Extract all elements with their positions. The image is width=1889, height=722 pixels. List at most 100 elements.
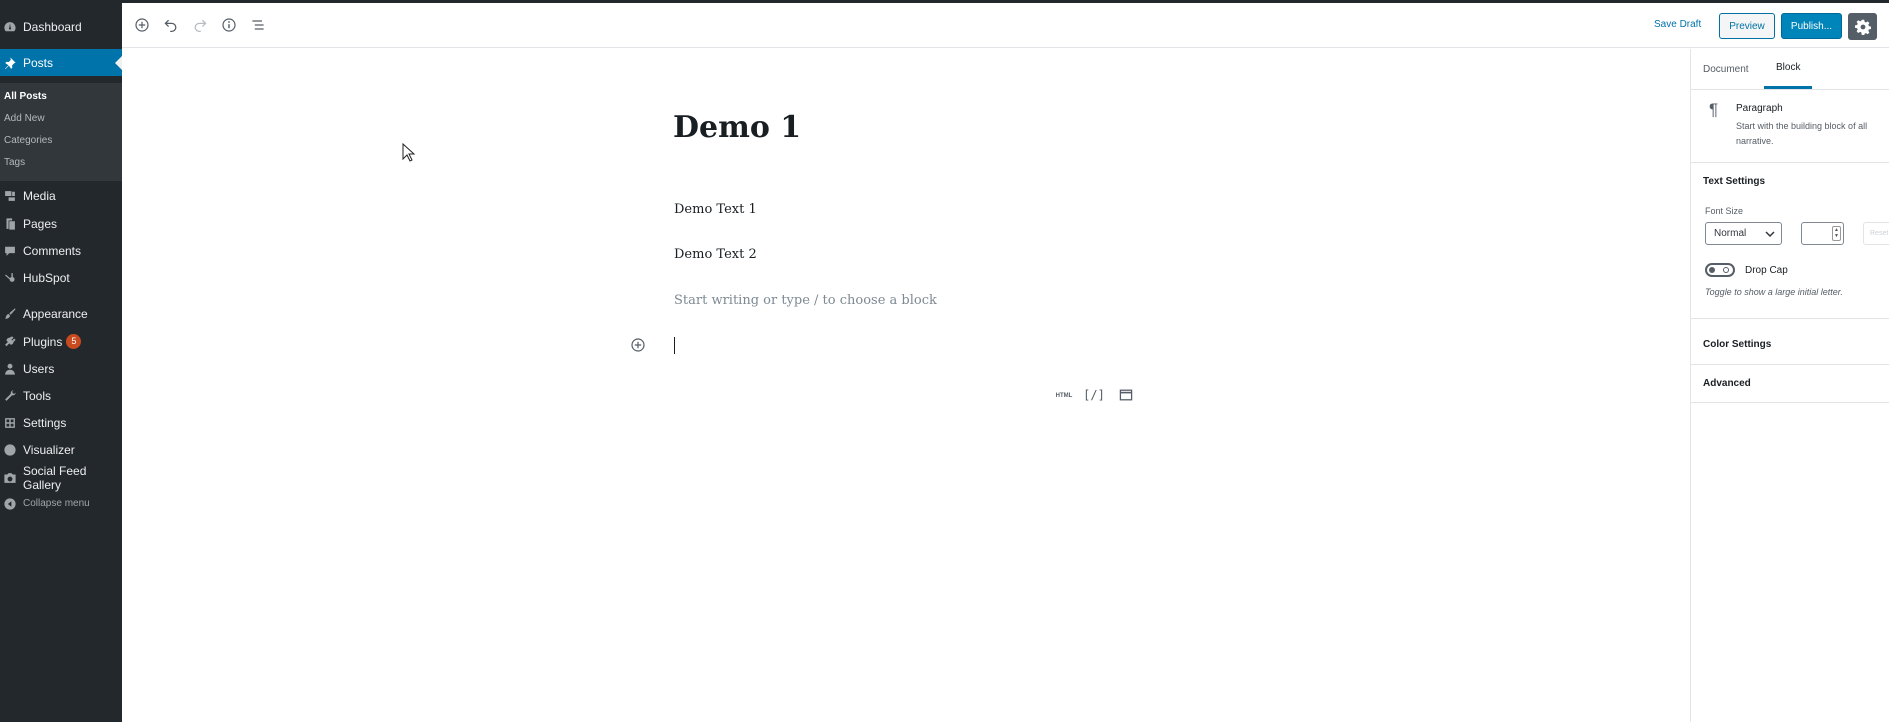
- submenu-add-new[interactable]: Add New: [4, 113, 45, 124]
- drop-cap-toggle[interactable]: [1705, 263, 1735, 277]
- menu-item-plugins[interactable]: Plugins 5: [0, 328, 122, 355]
- pin-icon: [3, 56, 17, 70]
- pages-icon: [3, 217, 17, 231]
- mouse-pointer-icon: [402, 143, 416, 162]
- menu-item-dashboard[interactable]: Dashboard: [0, 13, 122, 40]
- submenu-all-posts[interactable]: All Posts: [4, 91, 47, 102]
- wrench-icon: [3, 389, 17, 403]
- font-size-label: Font Size: [1705, 206, 1744, 216]
- default-block-appender[interactable]: Start writing or type / to choose a bloc…: [674, 293, 937, 308]
- add-block-button[interactable]: [132, 15, 152, 35]
- brush-icon: [3, 307, 17, 321]
- add-embed-block-button[interactable]: [1116, 385, 1136, 405]
- menu-item-visualizer[interactable]: Visualizer: [0, 436, 122, 463]
- editor-canvas[interactable]: Demo 1 Demo Text 1 Demo Text 2 Start wri…: [122, 49, 1772, 722]
- paragraph-block[interactable]: Demo Text 2: [674, 247, 757, 262]
- menu-label: Comments: [23, 243, 82, 258]
- paragraph-block[interactable]: Demo Text 1: [674, 202, 757, 217]
- menu-label: Visualizer: [23, 442, 75, 457]
- custom-font-size-input[interactable]: ▲ ▼: [1801, 222, 1844, 245]
- divider: [1691, 162, 1889, 163]
- settings-toggle-button[interactable]: [1848, 13, 1877, 40]
- menu-item-social-feed-gallery[interactable]: Social Feed Gallery: [0, 464, 122, 492]
- drop-cap-label: Drop Cap: [1745, 265, 1788, 276]
- add-html-block-button[interactable]: HTML: [1052, 389, 1076, 403]
- menu-label: Tools: [23, 388, 52, 403]
- menu-item-pages[interactable]: Pages: [0, 210, 122, 237]
- menu-label: Posts: [23, 55, 54, 70]
- menu-item-comments[interactable]: Comments: [0, 237, 122, 264]
- menu-label: Users: [23, 361, 55, 376]
- menu-item-posts[interactable]: Posts: [0, 49, 122, 76]
- save-draft-button[interactable]: Save Draft: [1654, 19, 1701, 30]
- visualizer-icon: [3, 443, 17, 457]
- info-icon: [222, 18, 236, 32]
- settings-sidebar: Document Block ¶ Paragraph Start with th…: [1690, 49, 1889, 722]
- advanced-panel-toggle[interactable]: Advanced: [1703, 378, 1751, 389]
- menu-label: Media: [23, 188, 56, 203]
- toggle-off-indicator: [1723, 267, 1729, 273]
- font-size-select[interactable]: Normal: [1705, 222, 1782, 245]
- undo-icon: [164, 19, 177, 33]
- block-description: Start with the building block of all nar…: [1736, 121, 1868, 146]
- block-navigation-button[interactable]: [248, 15, 268, 35]
- add-shortcode-block-button[interactable]: [/]: [1083, 385, 1105, 405]
- divider: [1691, 318, 1889, 319]
- post-title[interactable]: Demo 1: [673, 110, 801, 145]
- window-icon: [1119, 389, 1133, 401]
- submenu-categories[interactable]: Categories: [4, 135, 52, 146]
- preview-button[interactable]: Preview: [1719, 13, 1775, 39]
- plus-circle-icon: [135, 18, 149, 32]
- number-spinner-icon[interactable]: ▲ ▼: [1832, 226, 1841, 241]
- menu-item-hubspot[interactable]: HubSpot: [0, 264, 122, 291]
- text-caret: [674, 337, 675, 354]
- menu-label: Settings: [23, 415, 67, 430]
- block-title: Paragraph: [1736, 103, 1783, 114]
- undo-button[interactable]: [161, 15, 181, 35]
- list-outline-icon: [252, 20, 264, 30]
- text-settings-panel-toggle[interactable]: Text Settings: [1703, 176, 1765, 187]
- posts-submenu: All Posts Add New Categories Tags: [0, 83, 122, 181]
- menu-label: Collapse menu: [23, 498, 90, 509]
- submenu-tags[interactable]: Tags: [4, 157, 25, 168]
- menu-label: Appearance: [23, 306, 88, 321]
- content-info-button[interactable]: [219, 15, 239, 35]
- tab-block[interactable]: Block: [1764, 49, 1813, 89]
- publish-button[interactable]: Publish...: [1781, 13, 1842, 39]
- camera-icon: [3, 471, 17, 485]
- plugins-update-badge: 5: [66, 334, 82, 349]
- menu-item-appearance[interactable]: Appearance: [0, 300, 122, 327]
- dashboard-icon: [3, 20, 17, 34]
- menu-item-settings[interactable]: Settings: [0, 409, 122, 436]
- color-settings-panel-toggle[interactable]: Color Settings: [1703, 339, 1771, 350]
- plus-circle-icon: [631, 338, 645, 352]
- settings-icon: [3, 416, 17, 430]
- redo-icon: [194, 19, 207, 33]
- font-size-reset-button[interactable]: Reset: [1863, 222, 1889, 245]
- menu-label: HubSpot: [23, 270, 70, 285]
- divider: [1691, 402, 1889, 403]
- divider: [1691, 364, 1889, 365]
- menu-label: Plugins: [23, 334, 63, 349]
- chevron-down-icon: [1765, 231, 1775, 238]
- admin-menu: Dashboard Posts All Posts Add New Catego…: [0, 3, 122, 722]
- menu-label: Pages: [23, 216, 58, 231]
- toggle-knob: [1709, 267, 1715, 273]
- menu-label: Dashboard: [23, 19, 82, 34]
- user-icon: [3, 362, 17, 376]
- hubspot-icon: [3, 271, 17, 285]
- menu-item-users[interactable]: Users: [0, 355, 122, 382]
- collapse-arrow-icon: [3, 497, 17, 511]
- font-size-select-value: Normal: [1714, 228, 1747, 239]
- collapse-menu-button[interactable]: Collapse menu: [0, 490, 122, 517]
- menu-item-tools[interactable]: Tools: [0, 382, 122, 409]
- inserter-button[interactable]: [629, 336, 647, 354]
- menu-item-media[interactable]: Media: [0, 182, 122, 209]
- editor-header: Save Draft Preview Publish...: [122, 3, 1889, 48]
- divider: [1691, 89, 1889, 90]
- tab-document[interactable]: Document: [1703, 49, 1749, 89]
- redo-button[interactable]: [190, 15, 210, 35]
- drop-cap-help-text: Toggle to show a large initial letter.: [1705, 287, 1843, 297]
- paragraph-icon: ¶: [1709, 100, 1719, 119]
- plug-icon: [3, 335, 17, 349]
